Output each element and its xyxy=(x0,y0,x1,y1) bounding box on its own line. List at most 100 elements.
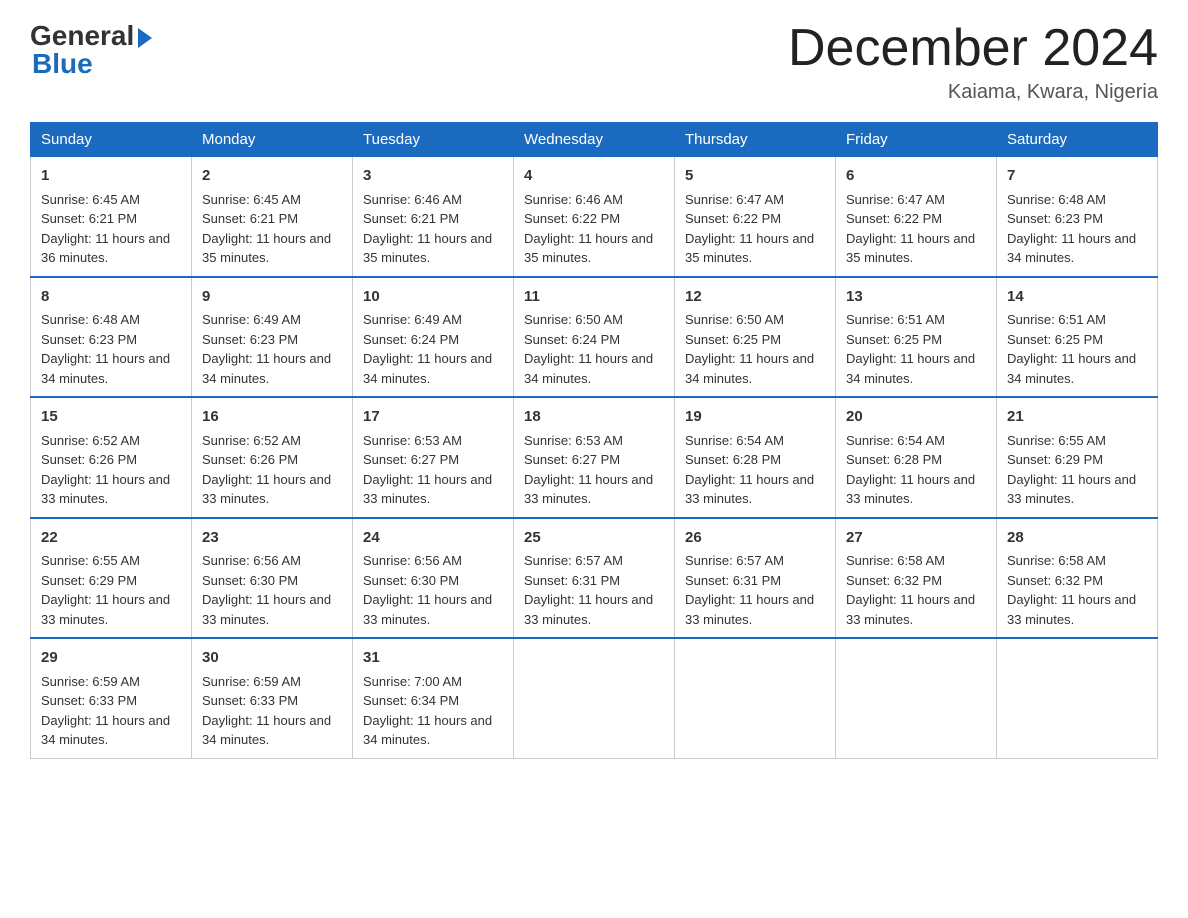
logo: General Blue xyxy=(30,20,152,80)
day-number: 31 xyxy=(363,647,503,670)
logo-blue-text: Blue xyxy=(32,48,93,80)
day-info: Sunrise: 6:52 AMSunset: 6:26 PMDaylight:… xyxy=(41,431,181,509)
day-info: Sunrise: 6:53 AMSunset: 6:27 PMDaylight:… xyxy=(363,431,503,509)
day-number: 1 xyxy=(41,165,181,188)
day-info: Sunrise: 6:47 AMSunset: 6:22 PMDaylight:… xyxy=(685,190,825,268)
day-info: Sunrise: 7:00 AMSunset: 6:34 PMDaylight:… xyxy=(363,672,503,750)
calendar-cell: 2Sunrise: 6:45 AMSunset: 6:21 PMDaylight… xyxy=(192,157,353,277)
day-info: Sunrise: 6:56 AMSunset: 6:30 PMDaylight:… xyxy=(363,551,503,629)
day-number: 2 xyxy=(202,165,342,188)
day-number: 21 xyxy=(1007,406,1147,429)
calendar-cell: 31Sunrise: 7:00 AMSunset: 6:34 PMDayligh… xyxy=(353,638,514,758)
day-info: Sunrise: 6:58 AMSunset: 6:32 PMDaylight:… xyxy=(846,551,986,629)
day-info: Sunrise: 6:51 AMSunset: 6:25 PMDaylight:… xyxy=(1007,310,1147,388)
day-info: Sunrise: 6:53 AMSunset: 6:27 PMDaylight:… xyxy=(524,431,664,509)
day-info: Sunrise: 6:48 AMSunset: 6:23 PMDaylight:… xyxy=(1007,190,1147,268)
calendar-week-row: 22Sunrise: 6:55 AMSunset: 6:29 PMDayligh… xyxy=(31,518,1158,639)
calendar-cell: 8Sunrise: 6:48 AMSunset: 6:23 PMDaylight… xyxy=(31,277,192,398)
calendar-cell: 12Sunrise: 6:50 AMSunset: 6:25 PMDayligh… xyxy=(675,277,836,398)
day-number: 10 xyxy=(363,286,503,309)
calendar-cell: 25Sunrise: 6:57 AMSunset: 6:31 PMDayligh… xyxy=(514,518,675,639)
calendar-cell: 7Sunrise: 6:48 AMSunset: 6:23 PMDaylight… xyxy=(997,157,1158,277)
logo-arrow-icon xyxy=(138,28,152,48)
calendar-cell: 29Sunrise: 6:59 AMSunset: 6:33 PMDayligh… xyxy=(31,638,192,758)
calendar-week-row: 29Sunrise: 6:59 AMSunset: 6:33 PMDayligh… xyxy=(31,638,1158,758)
weekday-header-thursday: Thursday xyxy=(675,123,836,157)
calendar-cell: 17Sunrise: 6:53 AMSunset: 6:27 PMDayligh… xyxy=(353,397,514,518)
calendar-cell xyxy=(997,638,1158,758)
calendar-cell: 30Sunrise: 6:59 AMSunset: 6:33 PMDayligh… xyxy=(192,638,353,758)
day-info: Sunrise: 6:58 AMSunset: 6:32 PMDaylight:… xyxy=(1007,551,1147,629)
day-number: 27 xyxy=(846,527,986,550)
calendar-cell: 4Sunrise: 6:46 AMSunset: 6:22 PMDaylight… xyxy=(514,157,675,277)
day-info: Sunrise: 6:46 AMSunset: 6:21 PMDaylight:… xyxy=(363,190,503,268)
day-number: 9 xyxy=(202,286,342,309)
weekday-header-saturday: Saturday xyxy=(997,123,1158,157)
day-info: Sunrise: 6:55 AMSunset: 6:29 PMDaylight:… xyxy=(1007,431,1147,509)
calendar-cell: 1Sunrise: 6:45 AMSunset: 6:21 PMDaylight… xyxy=(31,157,192,277)
day-number: 30 xyxy=(202,647,342,670)
page-header: General Blue December 2024 Kaiama, Kwara… xyxy=(30,20,1158,104)
calendar-week-row: 1Sunrise: 6:45 AMSunset: 6:21 PMDaylight… xyxy=(31,157,1158,277)
day-number: 8 xyxy=(41,286,181,309)
day-number: 15 xyxy=(41,406,181,429)
day-info: Sunrise: 6:54 AMSunset: 6:28 PMDaylight:… xyxy=(846,431,986,509)
calendar-cell: 27Sunrise: 6:58 AMSunset: 6:32 PMDayligh… xyxy=(836,518,997,639)
calendar-cell: 19Sunrise: 6:54 AMSunset: 6:28 PMDayligh… xyxy=(675,397,836,518)
day-number: 26 xyxy=(685,527,825,550)
calendar-cell: 24Sunrise: 6:56 AMSunset: 6:30 PMDayligh… xyxy=(353,518,514,639)
calendar-cell: 14Sunrise: 6:51 AMSunset: 6:25 PMDayligh… xyxy=(997,277,1158,398)
day-number: 24 xyxy=(363,527,503,550)
day-number: 4 xyxy=(524,165,664,188)
day-info: Sunrise: 6:55 AMSunset: 6:29 PMDaylight:… xyxy=(41,551,181,629)
day-info: Sunrise: 6:49 AMSunset: 6:23 PMDaylight:… xyxy=(202,310,342,388)
calendar-cell: 23Sunrise: 6:56 AMSunset: 6:30 PMDayligh… xyxy=(192,518,353,639)
day-info: Sunrise: 6:47 AMSunset: 6:22 PMDaylight:… xyxy=(846,190,986,268)
day-info: Sunrise: 6:57 AMSunset: 6:31 PMDaylight:… xyxy=(524,551,664,629)
calendar-cell xyxy=(675,638,836,758)
day-info: Sunrise: 6:59 AMSunset: 6:33 PMDaylight:… xyxy=(202,672,342,750)
calendar-cell: 16Sunrise: 6:52 AMSunset: 6:26 PMDayligh… xyxy=(192,397,353,518)
day-info: Sunrise: 6:50 AMSunset: 6:24 PMDaylight:… xyxy=(524,310,664,388)
weekday-header-tuesday: Tuesday xyxy=(353,123,514,157)
day-number: 20 xyxy=(846,406,986,429)
day-info: Sunrise: 6:56 AMSunset: 6:30 PMDaylight:… xyxy=(202,551,342,629)
calendar-cell: 9Sunrise: 6:49 AMSunset: 6:23 PMDaylight… xyxy=(192,277,353,398)
day-info: Sunrise: 6:46 AMSunset: 6:22 PMDaylight:… xyxy=(524,190,664,268)
calendar-cell: 6Sunrise: 6:47 AMSunset: 6:22 PMDaylight… xyxy=(836,157,997,277)
day-number: 13 xyxy=(846,286,986,309)
calendar-cell: 11Sunrise: 6:50 AMSunset: 6:24 PMDayligh… xyxy=(514,277,675,398)
calendar-week-row: 8Sunrise: 6:48 AMSunset: 6:23 PMDaylight… xyxy=(31,277,1158,398)
day-number: 17 xyxy=(363,406,503,429)
calendar-cell xyxy=(514,638,675,758)
calendar-cell: 28Sunrise: 6:58 AMSunset: 6:32 PMDayligh… xyxy=(997,518,1158,639)
day-info: Sunrise: 6:51 AMSunset: 6:25 PMDaylight:… xyxy=(846,310,986,388)
calendar-cell: 13Sunrise: 6:51 AMSunset: 6:25 PMDayligh… xyxy=(836,277,997,398)
location-subtitle: Kaiama, Kwara, Nigeria xyxy=(788,81,1158,104)
day-number: 29 xyxy=(41,647,181,670)
day-number: 6 xyxy=(846,165,986,188)
day-number: 12 xyxy=(685,286,825,309)
page-title: December 2024 xyxy=(788,20,1158,77)
calendar-cell xyxy=(836,638,997,758)
day-info: Sunrise: 6:59 AMSunset: 6:33 PMDaylight:… xyxy=(41,672,181,750)
day-number: 23 xyxy=(202,527,342,550)
calendar-cell: 10Sunrise: 6:49 AMSunset: 6:24 PMDayligh… xyxy=(353,277,514,398)
day-info: Sunrise: 6:52 AMSunset: 6:26 PMDaylight:… xyxy=(202,431,342,509)
day-info: Sunrise: 6:50 AMSunset: 6:25 PMDaylight:… xyxy=(685,310,825,388)
calendar-cell: 26Sunrise: 6:57 AMSunset: 6:31 PMDayligh… xyxy=(675,518,836,639)
day-info: Sunrise: 6:48 AMSunset: 6:23 PMDaylight:… xyxy=(41,310,181,388)
title-block: December 2024 Kaiama, Kwara, Nigeria xyxy=(788,20,1158,104)
day-number: 7 xyxy=(1007,165,1147,188)
day-number: 14 xyxy=(1007,286,1147,309)
day-number: 3 xyxy=(363,165,503,188)
weekday-header-sunday: Sunday xyxy=(31,123,192,157)
weekday-header-wednesday: Wednesday xyxy=(514,123,675,157)
calendar-table: SundayMondayTuesdayWednesdayThursdayFrid… xyxy=(30,122,1158,759)
calendar-cell: 21Sunrise: 6:55 AMSunset: 6:29 PMDayligh… xyxy=(997,397,1158,518)
day-info: Sunrise: 6:57 AMSunset: 6:31 PMDaylight:… xyxy=(685,551,825,629)
day-number: 5 xyxy=(685,165,825,188)
day-number: 16 xyxy=(202,406,342,429)
weekday-header-friday: Friday xyxy=(836,123,997,157)
calendar-cell: 22Sunrise: 6:55 AMSunset: 6:29 PMDayligh… xyxy=(31,518,192,639)
